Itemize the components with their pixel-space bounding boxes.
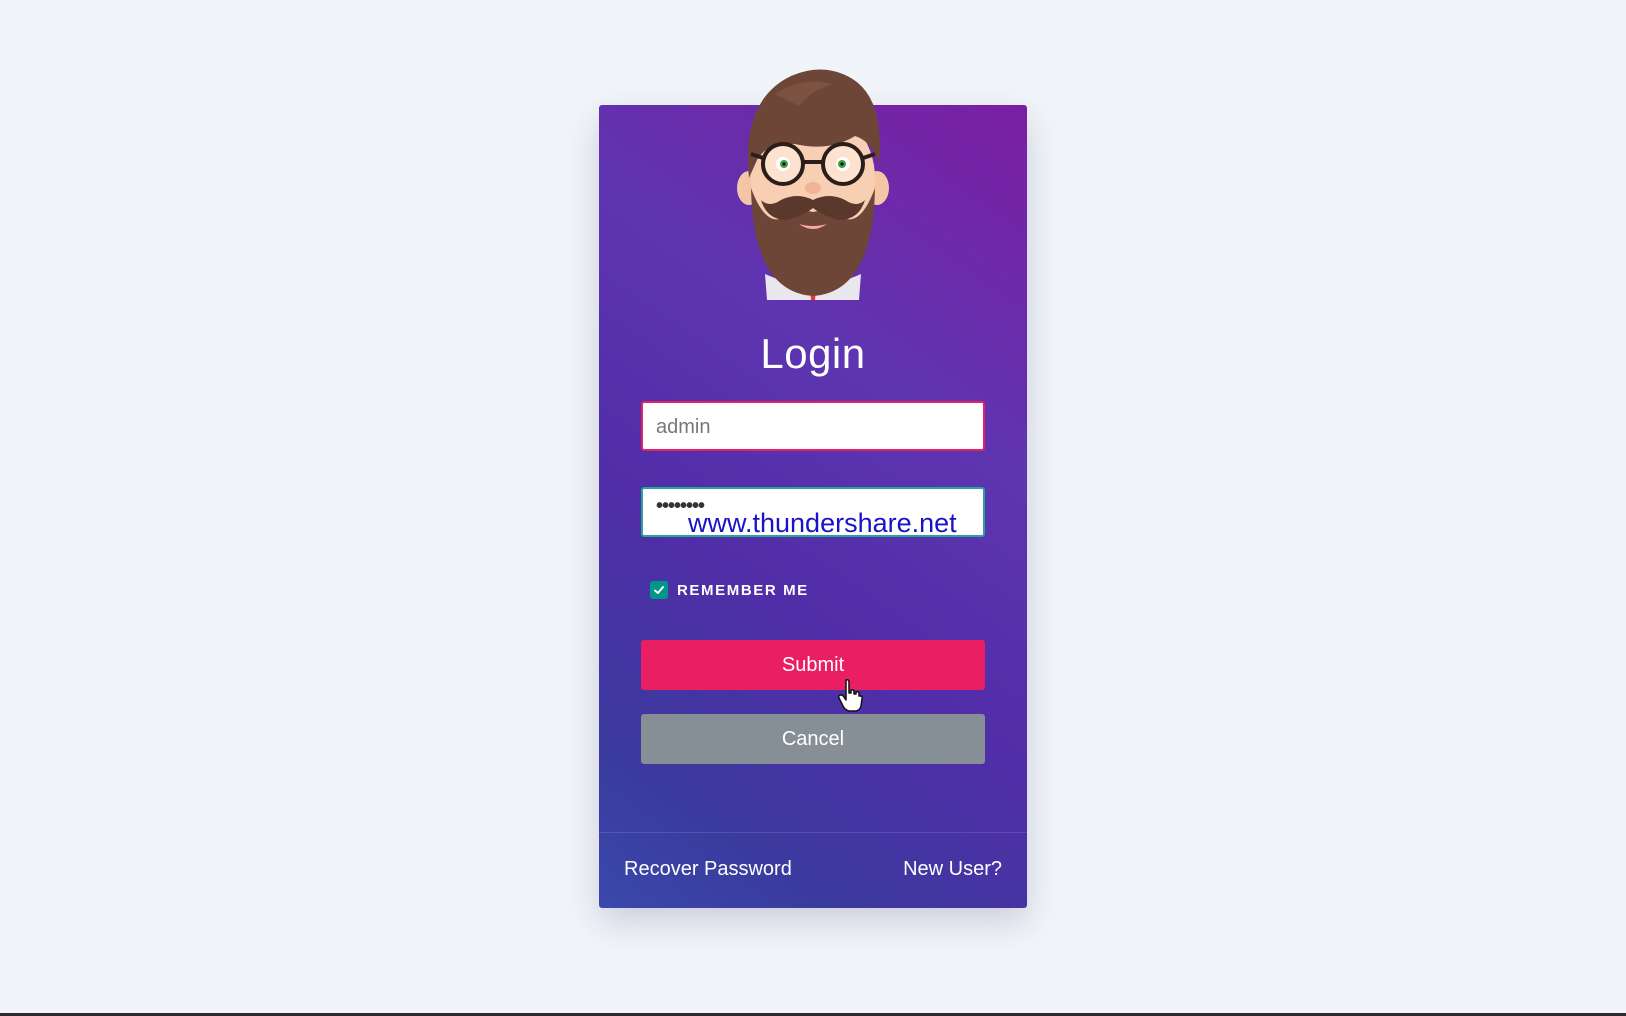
- username-value: admin: [656, 416, 711, 438]
- login-page: Login admin •••••••• www.thundershare.ne…: [0, 0, 1626, 1016]
- new-user-link[interactable]: New User?: [903, 858, 1002, 881]
- avatar: [737, 69, 889, 300]
- footer-divider: [599, 832, 1027, 833]
- watermark-text: www.thundershare.net: [688, 508, 957, 538]
- page-title: Login: [760, 330, 866, 377]
- username-field[interactable]: admin: [641, 401, 985, 451]
- hand-pointer-cursor-icon: [838, 679, 863, 712]
- remember-me-label: REMEMBER ME: [677, 581, 809, 599]
- submit-button[interactable]: Submit: [641, 640, 985, 690]
- recover-password-link[interactable]: Recover Password: [624, 858, 792, 881]
- remember-me[interactable]: REMEMBER ME: [650, 579, 809, 601]
- cancel-button[interactable]: Cancel: [641, 714, 985, 764]
- remember-me-checkbox[interactable]: [650, 581, 668, 599]
- check-icon: [654, 586, 664, 594]
